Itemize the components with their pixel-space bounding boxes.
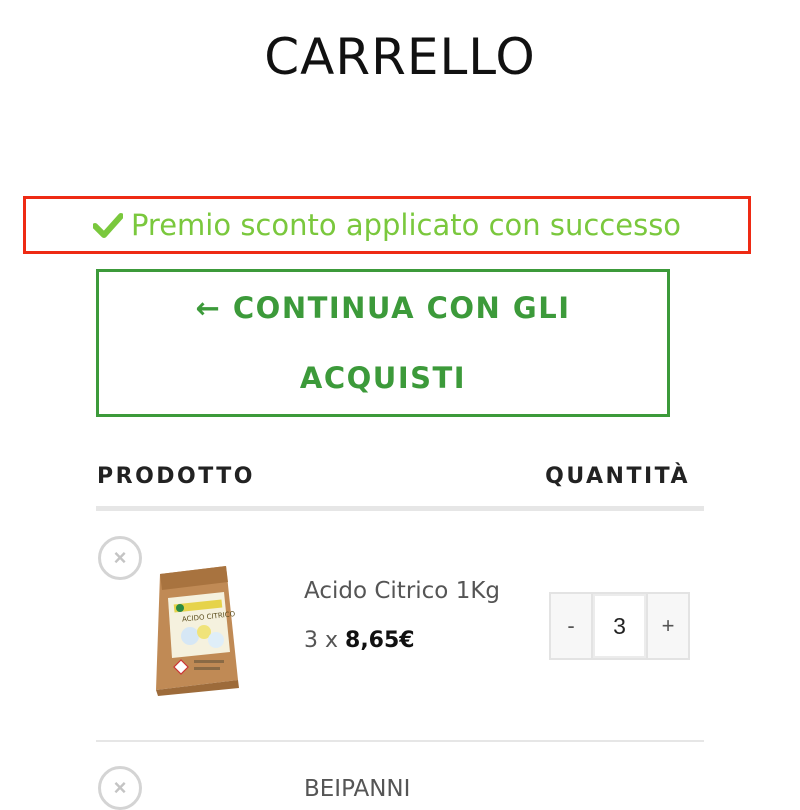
decrease-quantity-button[interactable]: - (551, 594, 591, 658)
continue-shopping-label-line1: ← CONTINUA CON GLI (195, 291, 571, 325)
product-image: ACIDO CITRICO (156, 566, 239, 696)
quantity-stepper: - 3 + (549, 592, 690, 660)
quantity-prefix: 3 x (304, 628, 339, 653)
remove-item-button[interactable]: × (98, 536, 142, 580)
row-divider (96, 740, 704, 742)
continue-shopping-button[interactable]: ← CONTINUA CON GLI ACQUISTI (96, 269, 670, 417)
table-header-divider (96, 506, 704, 511)
continue-shopping-label-line2: ACQUISTI (299, 361, 467, 395)
column-header-quantity: QUANTITÀ (545, 464, 690, 489)
product-name[interactable]: Acido Citrico 1Kg (304, 578, 500, 604)
product-price-line: 3 x 8,65€ (304, 628, 415, 653)
close-icon: × (113, 775, 127, 800)
unit-price: 8,65€ (345, 628, 415, 653)
product-name[interactable]: BEIPANNI (304, 776, 410, 802)
increase-quantity-button[interactable]: + (648, 594, 688, 658)
check-icon (92, 213, 123, 238)
close-icon: × (113, 545, 127, 570)
page-title: CARRELLO (264, 28, 536, 86)
remove-item-button[interactable]: × (98, 766, 142, 810)
success-notice: Premio sconto applicato con successo (23, 196, 751, 254)
column-header-product: PRODOTTO (97, 464, 255, 489)
quantity-input[interactable]: 3 (591, 594, 648, 658)
success-notice-text: Premio sconto applicato con successo (130, 208, 682, 242)
